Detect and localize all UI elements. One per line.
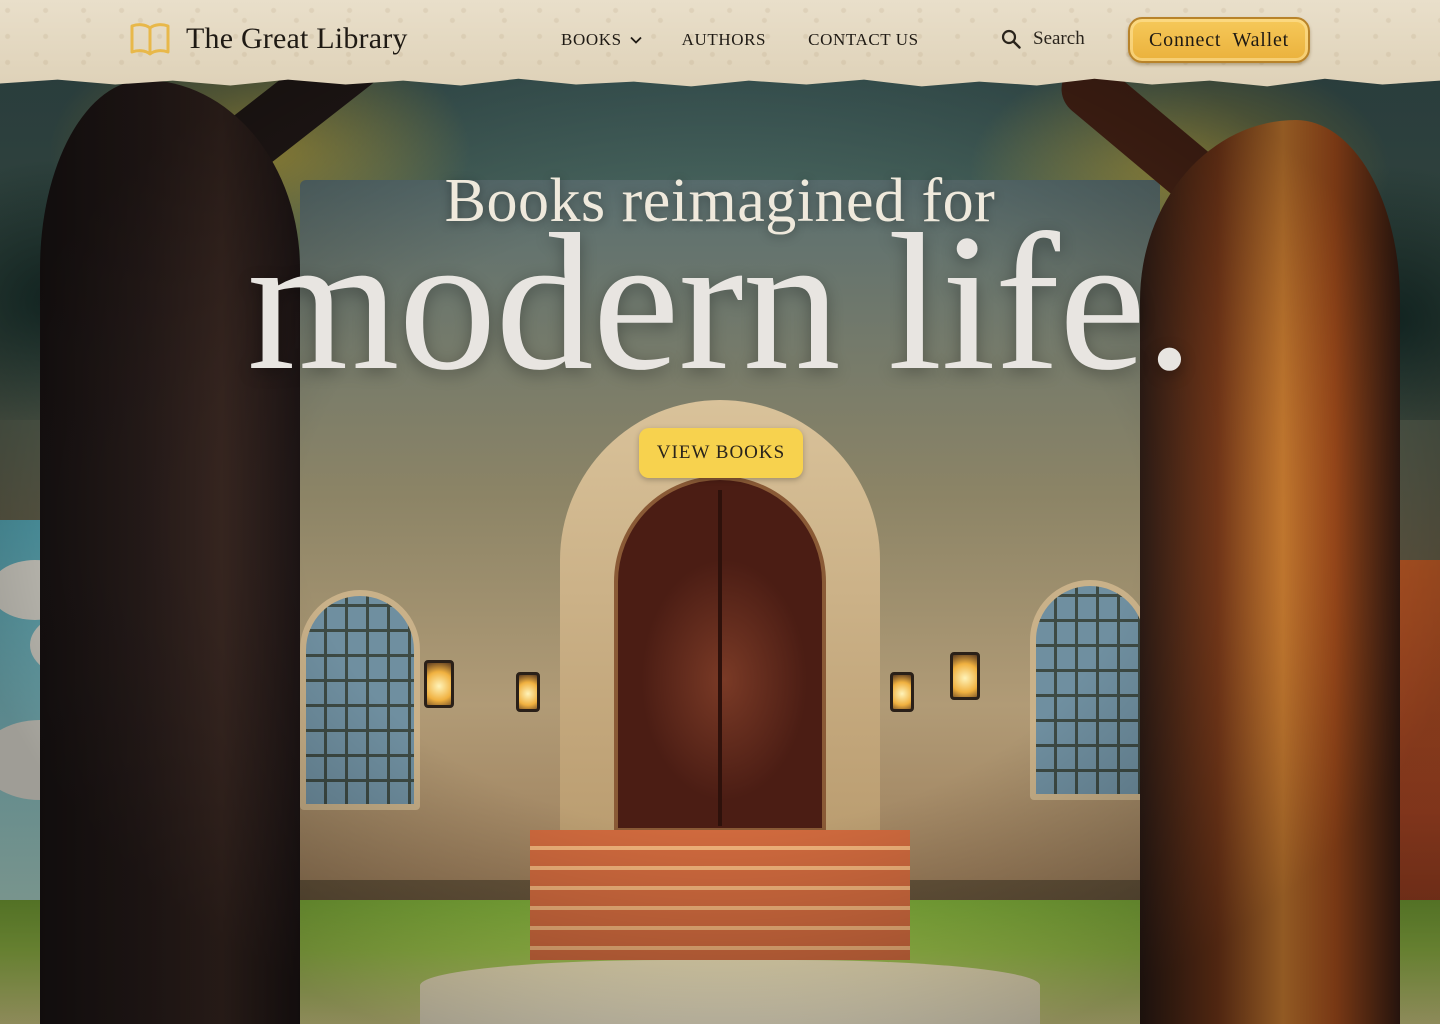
search-button[interactable]: Search bbox=[1001, 28, 1085, 50]
main-nav: BOOKS AUTHORS CONTACT US bbox=[561, 30, 919, 50]
nav-authors-label: AUTHORS bbox=[681, 30, 767, 49]
nav-contact-us[interactable]: CONTACT US bbox=[808, 30, 919, 50]
brand-name: The Great Library bbox=[186, 22, 408, 55]
nav-authors[interactable]: AUTHORS bbox=[682, 30, 767, 50]
nav-books-label: BOOKS bbox=[561, 30, 622, 49]
hero-title: modern life. bbox=[247, 194, 1194, 411]
open-book-icon bbox=[130, 23, 170, 56]
search-icon bbox=[1001, 29, 1021, 49]
hero-background bbox=[0, 0, 1440, 1024]
view-books-button[interactable]: VIEW BOOKS bbox=[639, 428, 803, 478]
nav-books[interactable]: BOOKS bbox=[561, 30, 642, 50]
site-header: The Great Library BOOKS AUTHORS CONTACT … bbox=[0, 0, 1440, 87]
chevron-down-icon bbox=[629, 36, 642, 44]
vignette-overlay bbox=[0, 0, 1440, 1024]
brand-logo-link[interactable]: The Great Library bbox=[130, 22, 408, 56]
search-label: Search bbox=[1033, 28, 1085, 49]
nav-contact-label: CONTACT US bbox=[808, 30, 919, 49]
connect-wallet-button[interactable]: Connect Wallet bbox=[1128, 17, 1310, 63]
